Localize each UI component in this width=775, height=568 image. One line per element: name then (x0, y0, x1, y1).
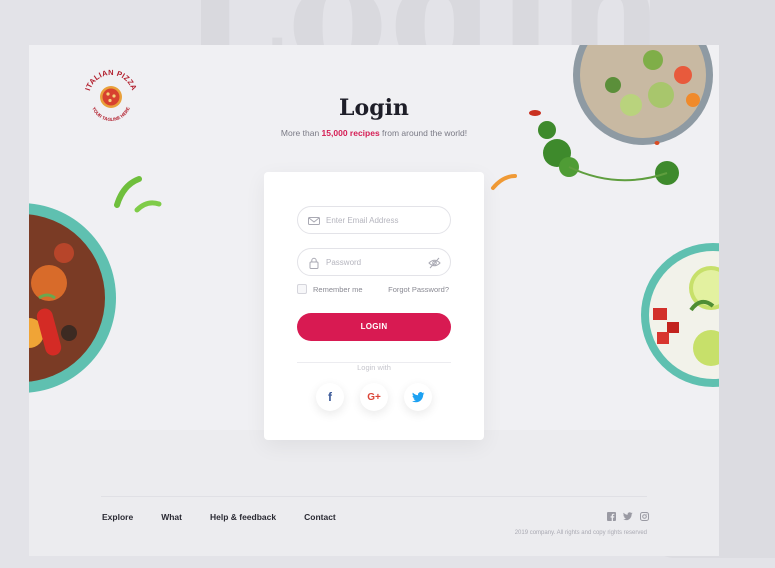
facebook-icon: f (328, 390, 332, 404)
footer-link-explore[interactable]: Explore (102, 512, 133, 522)
password-placeholder: Password (326, 258, 362, 267)
twitter-icon (411, 391, 424, 402)
footer-divider (101, 496, 647, 497)
page-subtitle: More than 15,000 recipes from around the… (29, 128, 719, 138)
facebook-login-button[interactable]: f (316, 383, 344, 411)
salad-bowl-right-image (641, 243, 719, 387)
google-plus-login-button[interactable]: G+ (360, 383, 388, 411)
login-button[interactable]: LOGIN (297, 313, 451, 341)
footer-link-contact[interactable]: Contact (304, 512, 336, 522)
footer-background (29, 430, 719, 556)
footer-link-what[interactable]: What (161, 512, 182, 522)
page-title: Login (339, 95, 409, 121)
green-pepper-garnish-image (114, 176, 162, 213)
subtitle-text-end: from around the world! (379, 128, 468, 138)
remember-me[interactable]: Remember me (297, 284, 363, 294)
google-plus-icon: G+ (367, 391, 381, 403)
copyright-text: 2019 company. All rights and copy rights… (514, 530, 647, 536)
subtitle-text: More than (280, 128, 322, 138)
login-card: Enter Email Address Password Remember me… (264, 172, 484, 440)
footer-link-help[interactable]: Help & feedback (210, 512, 276, 522)
twitter-small-icon[interactable] (623, 512, 633, 521)
email-field[interactable]: Enter Email Address (297, 206, 451, 234)
forgot-password-link[interactable]: Forgot Password? (388, 285, 449, 294)
orange-pepper-garnish-image (491, 174, 517, 190)
lock-icon (309, 257, 319, 269)
mail-icon (308, 217, 320, 225)
login-with-label: Login with (351, 363, 397, 372)
remember-checkbox[interactable] (297, 284, 307, 294)
eye-off-icon[interactable] (428, 257, 441, 269)
facebook-square-icon[interactable] (607, 512, 616, 521)
social-login-group: f G+ (264, 383, 484, 411)
instagram-icon[interactable] (640, 512, 649, 521)
password-field[interactable]: Password (297, 248, 451, 276)
footer-social-links (607, 512, 649, 521)
login-page: ITALIAN PIZZA YOUR TAGLINE HERE Login Mo… (29, 45, 719, 556)
recipe-count-highlight: 15,000 recipes (321, 128, 380, 138)
twitter-login-button[interactable] (404, 383, 432, 411)
footer-nav: Explore What Help & feedback Contact (102, 512, 336, 522)
email-placeholder: Enter Email Address (326, 216, 399, 225)
remember-label: Remember me (313, 284, 363, 294)
